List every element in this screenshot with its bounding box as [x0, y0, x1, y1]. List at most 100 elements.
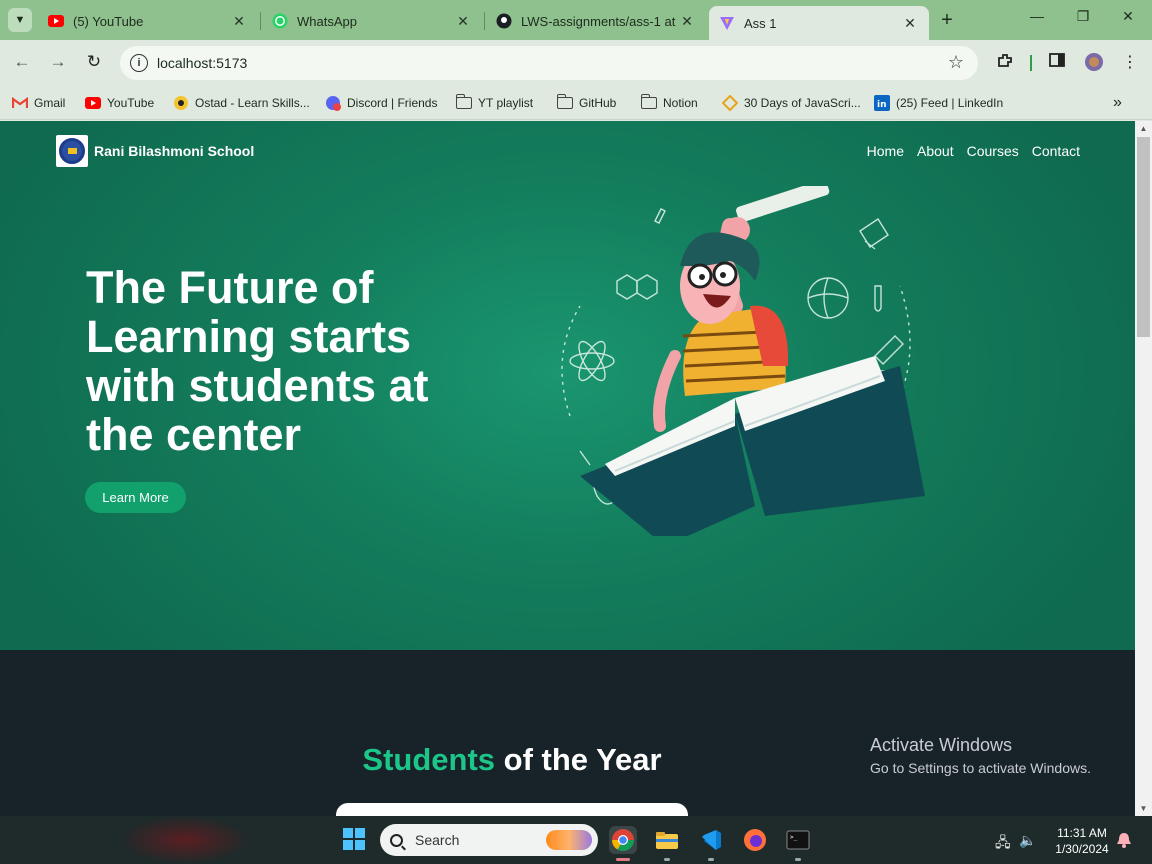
clock-time: 11:31 AM [1057, 826, 1107, 840]
js-icon [722, 95, 738, 111]
page-scrollbar[interactable]: ▲ ▼ [1135, 121, 1152, 816]
browser-tab-bar: ▼ (5) YouTube ✕ WhatsApp ✕ LWS-assignmen… [0, 0, 1152, 40]
bookmark-gmail[interactable]: Gmail [12, 93, 65, 113]
profile-avatar-icon[interactable] [1083, 52, 1105, 77]
student-reading-illustration [561, 186, 925, 536]
close-tab-icon[interactable]: ✕ [454, 13, 472, 30]
taskbar-glow [120, 816, 250, 864]
more-menu-icon[interactable]: ⋮ [1119, 52, 1141, 72]
nav-link-courses[interactable]: Courses [967, 143, 1019, 159]
tab-youtube[interactable]: (5) YouTube ✕ [38, 6, 258, 36]
bookmark-star-icon[interactable]: ☆ [948, 52, 964, 73]
close-tab-icon[interactable]: ✕ [678, 13, 696, 30]
network-icon[interactable]: 🖧 [995, 832, 1011, 856]
chevron-down-icon: ▼ [14, 14, 26, 26]
windows-taskbar: Search >_ 🖧 🔈 11:31 AM 1/30/2024 [0, 816, 1152, 864]
bookmarks-bar: Gmail YouTube Ostad - Learn Skills... Di… [0, 86, 1152, 120]
restore-icon[interactable]: ❐ [1073, 8, 1093, 25]
file-explorer-icon[interactable] [653, 826, 681, 854]
bookmark-linkedin[interactable]: in (25) Feed | LinkedIn [874, 93, 1003, 113]
tab-divider [484, 12, 485, 30]
notification-bell-icon[interactable] [1116, 831, 1132, 852]
taskbar-search[interactable]: Search [380, 824, 598, 856]
bookmark-label: Discord | Friends [347, 96, 438, 110]
bookmark-discord[interactable]: Discord | Friends [325, 93, 437, 113]
firefox-icon[interactable] [741, 826, 769, 854]
github-icon [496, 13, 512, 29]
more-bookmarks-button[interactable]: » [1113, 93, 1122, 113]
address-bar[interactable]: i localhost:5173 ☆ [120, 46, 978, 80]
bookmark-yt-playlist[interactable]: YT playlist [455, 93, 534, 113]
section-title-highlight: Students [362, 742, 496, 777]
side-panel-icon[interactable] [1046, 52, 1068, 73]
tab-title: LWS-assignments/ass-1 at m [521, 13, 678, 29]
tab-title: (5) YouTube [73, 13, 144, 29]
nav-link-home[interactable]: Home [867, 143, 904, 159]
svg-text:>_: >_ [790, 834, 798, 841]
student-card[interactable] [336, 803, 688, 816]
bookmark-label: YT playlist [478, 96, 534, 110]
active-app-indicator [616, 858, 630, 861]
hero-title: The Future of Learning starts with stude… [86, 262, 429, 460]
bookmark-label: Ostad - Learn Skills... [195, 96, 310, 110]
nav-link-contact[interactable]: Contact [1032, 143, 1080, 159]
learn-more-button[interactable]: Learn More [85, 482, 186, 513]
watermark-subtitle: Go to Settings to activate Windows. [870, 760, 1091, 776]
tab-title: WhatsApp [297, 13, 357, 29]
search-icon [390, 833, 403, 847]
bookmark-youtube[interactable]: YouTube [85, 93, 154, 113]
back-arrow-icon[interactable]: ← [11, 52, 33, 72]
nav-menu: Home About Courses Contact [854, 143, 1080, 159]
tab-title: Ass 1 [744, 15, 777, 31]
extensions-icon[interactable] [994, 52, 1016, 75]
folder-icon [556, 94, 573, 111]
linkedin-icon: in [874, 95, 890, 111]
bookmark-label: (25) Feed | LinkedIn [896, 96, 1004, 110]
bookmark-label: 30 Days of JavaScri... [744, 96, 861, 110]
system-clock[interactable]: 11:31 AM 1/30/2024 [1050, 825, 1114, 857]
new-tab-button[interactable]: + [936, 9, 958, 32]
brand-name[interactable]: Rani Bilashmoni School [94, 143, 254, 159]
bookmark-notion[interactable]: Notion [640, 93, 698, 113]
terminal-icon[interactable]: >_ [784, 826, 812, 854]
school-logo[interactable] [56, 135, 88, 167]
browser-toolbar: ← → ↻ i localhost:5173 ☆ ⋮ [0, 40, 1152, 86]
tab-ass-1[interactable]: Ass 1 ✕ [709, 6, 929, 40]
nav-link-about[interactable]: About [917, 143, 954, 159]
site-navbar: Rani Bilashmoni School Home About Course… [56, 135, 1086, 167]
close-window-icon[interactable]: ✕ [1118, 8, 1138, 25]
bookmark-label: GitHub [579, 96, 617, 110]
tab-github[interactable]: LWS-assignments/ass-1 at m ✕ [486, 6, 706, 36]
running-app-indicator [708, 858, 714, 861]
volume-icon[interactable]: 🔈 [1019, 832, 1036, 849]
tab-whatsapp[interactable]: WhatsApp ✕ [262, 6, 482, 36]
tab-search-button[interactable]: ▼ [8, 8, 32, 32]
close-tab-icon[interactable]: ✕ [230, 13, 248, 30]
hero-section: Rani Bilashmoni School Home About Course… [0, 121, 1135, 650]
running-app-indicator [795, 858, 801, 861]
scroll-up-icon[interactable]: ▲ [1135, 124, 1152, 133]
bookmark-label: YouTube [107, 96, 155, 110]
discord-icon [325, 95, 341, 111]
watermark-title: Activate Windows [870, 735, 1013, 755]
bookmark-ostad[interactable]: Ostad - Learn Skills... [173, 93, 310, 113]
clock-date: 1/30/2024 [1055, 842, 1109, 856]
forward-arrow-icon[interactable]: → [47, 52, 69, 72]
windows-start-icon[interactable] [343, 828, 365, 850]
scrollbar-thumb[interactable] [1137, 137, 1150, 337]
reload-icon[interactable]: ↻ [83, 52, 105, 72]
youtube-icon [48, 13, 64, 29]
scroll-down-icon[interactable]: ▼ [1135, 804, 1152, 813]
bookmark-label: Notion [663, 96, 698, 110]
vscode-icon[interactable] [697, 826, 725, 854]
whatsapp-icon [272, 13, 288, 29]
bookmark-label: Gmail [34, 96, 66, 110]
activate-windows-watermark: Activate Windows Go to Settings to activ… [870, 735, 1091, 776]
running-app-indicator [664, 858, 670, 861]
minimize-icon[interactable]: — [1027, 8, 1047, 24]
bookmark-github[interactable]: GitHub [556, 93, 617, 113]
site-info-icon[interactable]: i [130, 54, 148, 72]
close-tab-icon[interactable]: ✕ [901, 15, 919, 32]
chrome-taskbar-icon[interactable] [609, 826, 637, 854]
bookmark-30-days-js[interactable]: 30 Days of JavaScri... [722, 93, 861, 113]
